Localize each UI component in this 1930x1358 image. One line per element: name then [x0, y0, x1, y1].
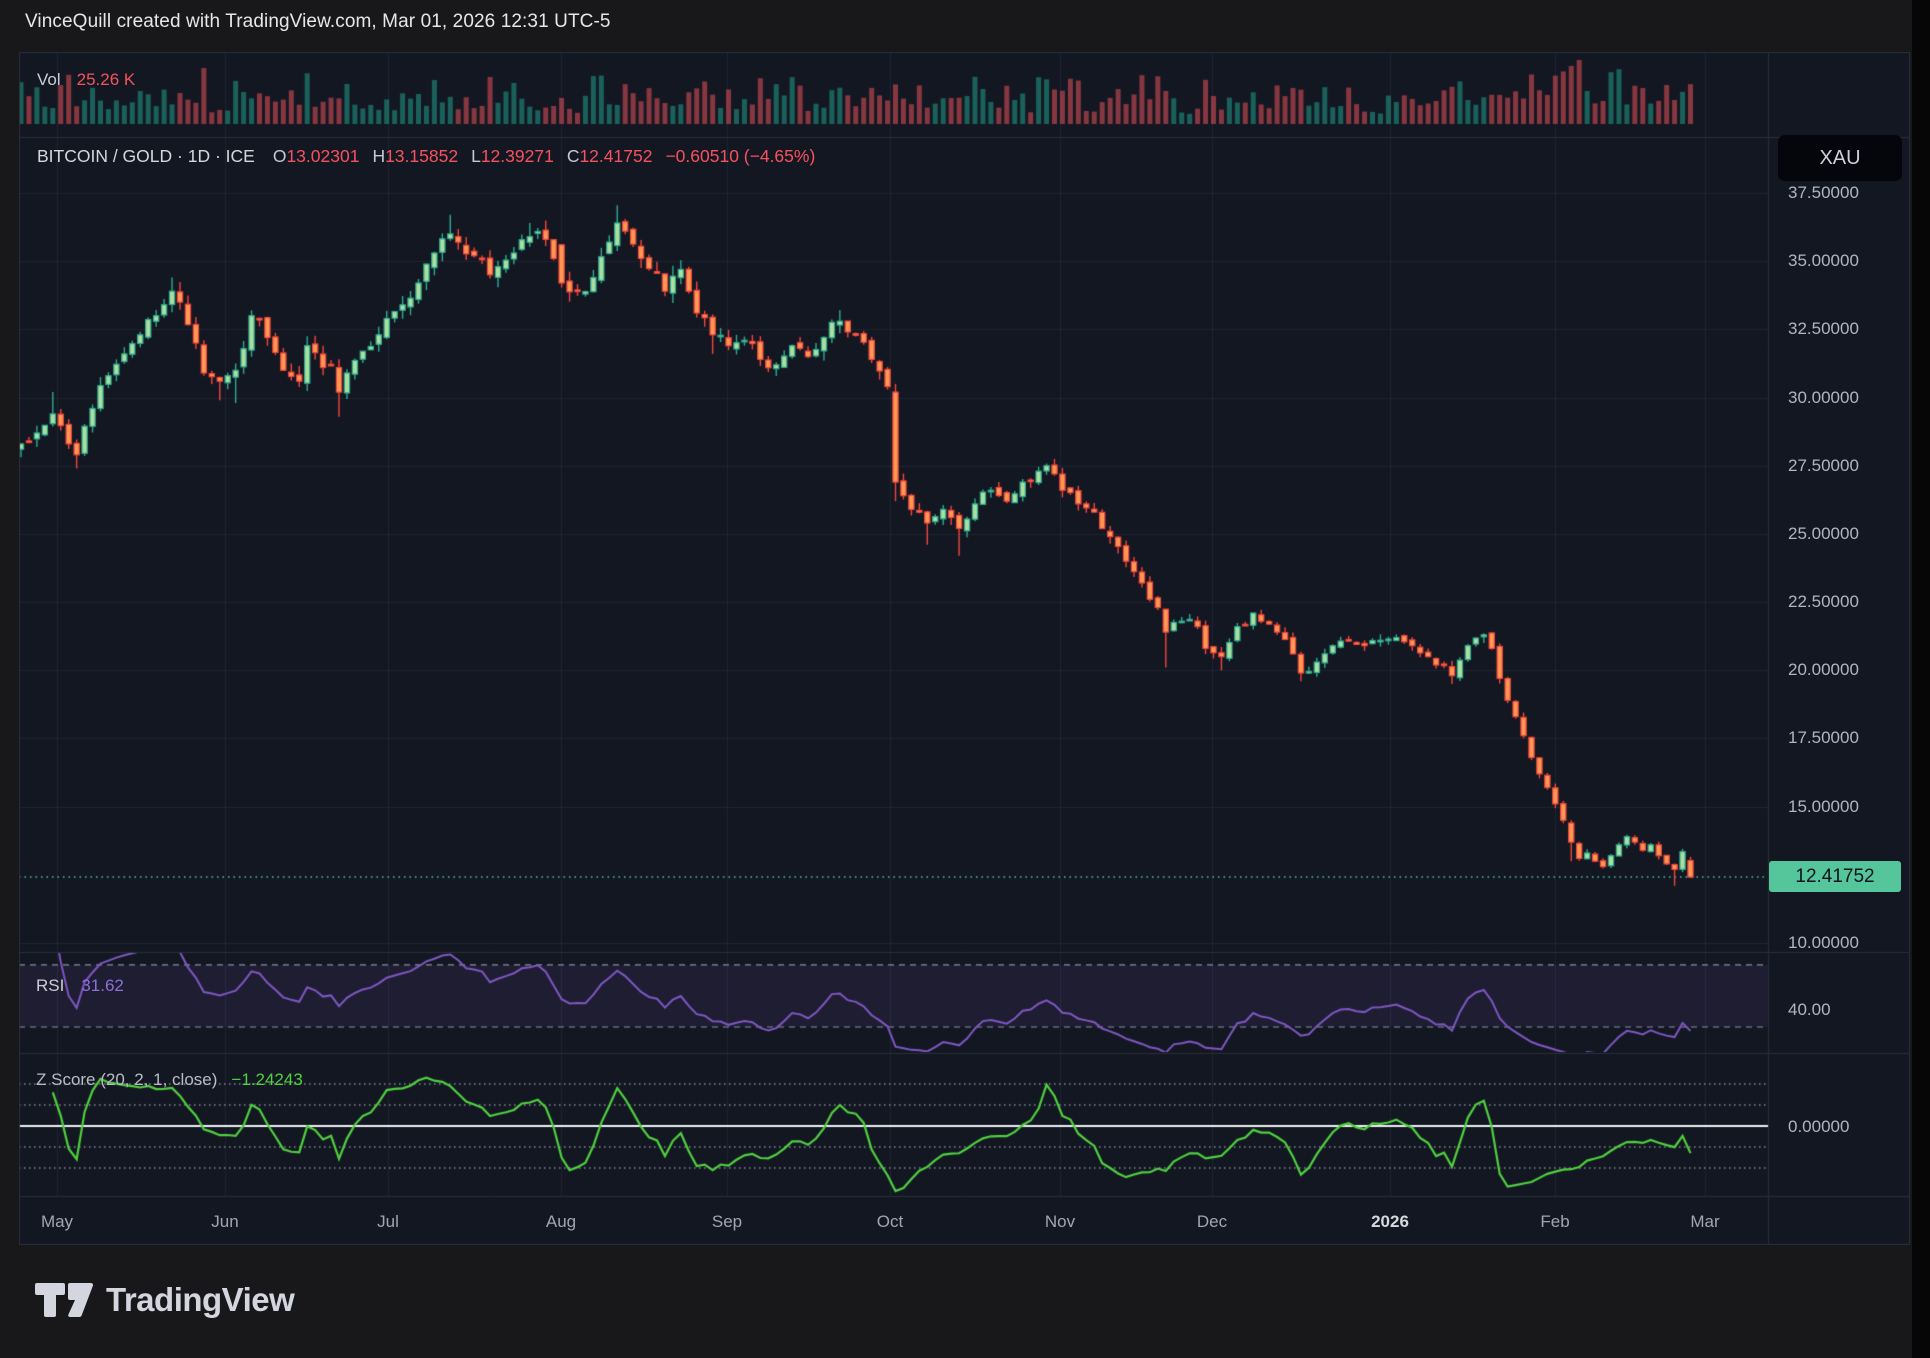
chart-canvas[interactable] — [19, 52, 1910, 1245]
high-value: H13.15852 — [372, 146, 458, 167]
time-axis-label: May — [41, 1212, 73, 1232]
zscore-legend: Z Score (20, 2, 1, close) −1.24243 — [36, 1070, 303, 1090]
last-price-badge: 12.41752 — [1769, 861, 1901, 892]
open-value: O13.02301 — [273, 146, 360, 167]
price-axis-label: 17.50000 — [1788, 728, 1859, 748]
time-axis-label: Oct — [877, 1212, 903, 1232]
time-axis-label: Jun — [211, 1212, 238, 1232]
volume-value: 25.26 K — [77, 70, 136, 90]
volume-label: Vol — [37, 70, 61, 90]
time-axis-label: Mar — [1690, 1212, 1719, 1232]
zscore-value: −1.24243 — [231, 1070, 302, 1090]
time-axis-label: 2026 — [1371, 1212, 1409, 1232]
close-value: C12.41752 — [567, 146, 653, 167]
tradingview-snapshot: VinceQuill created with TradingView.com,… — [0, 0, 1930, 1358]
price-axis-label: 10.00000 — [1788, 933, 1859, 953]
right-edge-strip — [1912, 0, 1930, 1358]
zscore-label[interactable]: Z Score (20, 2, 1, close) — [36, 1070, 217, 1090]
price-axis-label: 20.00000 — [1788, 660, 1859, 680]
price-axis-label: 32.50000 — [1788, 319, 1859, 339]
rsi-legend: RSI 31.62 — [36, 976, 124, 996]
symbol-title[interactable]: BITCOIN / GOLD · 1D · ICE — [37, 146, 255, 167]
rsi-label[interactable]: RSI — [36, 976, 64, 996]
zscore-axis-label: 0.00000 — [1788, 1117, 1849, 1137]
price-axis-label: 27.50000 — [1788, 456, 1859, 476]
time-axis-label: Nov — [1045, 1212, 1075, 1232]
time-axis-label: Aug — [546, 1212, 576, 1232]
tradingview-logo[interactable]: TradingView — [35, 1281, 294, 1319]
time-axis-label: Sep — [712, 1212, 742, 1232]
snapshot-title: VinceQuill created with TradingView.com,… — [25, 11, 611, 33]
price-axis-label: 30.00000 — [1788, 388, 1859, 408]
price-axis-label: 15.00000 — [1788, 797, 1859, 817]
currency-unit-badge[interactable]: XAU — [1778, 135, 1902, 181]
time-axis-label: Jul — [377, 1212, 399, 1232]
rsi-value: 31.62 — [81, 976, 124, 996]
tradingview-logo-text: TradingView — [106, 1281, 294, 1319]
low-value: L12.39271 — [471, 146, 554, 167]
time-axis-label: Dec — [1197, 1212, 1227, 1232]
time-axis-label: Feb — [1540, 1212, 1569, 1232]
price-axis-label: 22.50000 — [1788, 592, 1859, 612]
rsi-axis-label: 40.00 — [1788, 1000, 1831, 1020]
price-axis-label: 37.50000 — [1788, 183, 1859, 203]
tradingview-logo-icon — [35, 1283, 93, 1317]
price-axis-label: 35.00000 — [1788, 251, 1859, 271]
symbol-legend: BITCOIN / GOLD · 1D · ICE O13.02301 H13.… — [37, 146, 815, 167]
change-value: −0.60510 (−4.65%) — [665, 146, 815, 167]
chart-widget — [19, 52, 1910, 1245]
volume-legend: Vol 25.26 K — [37, 70, 135, 90]
price-axis-label: 25.00000 — [1788, 524, 1859, 544]
